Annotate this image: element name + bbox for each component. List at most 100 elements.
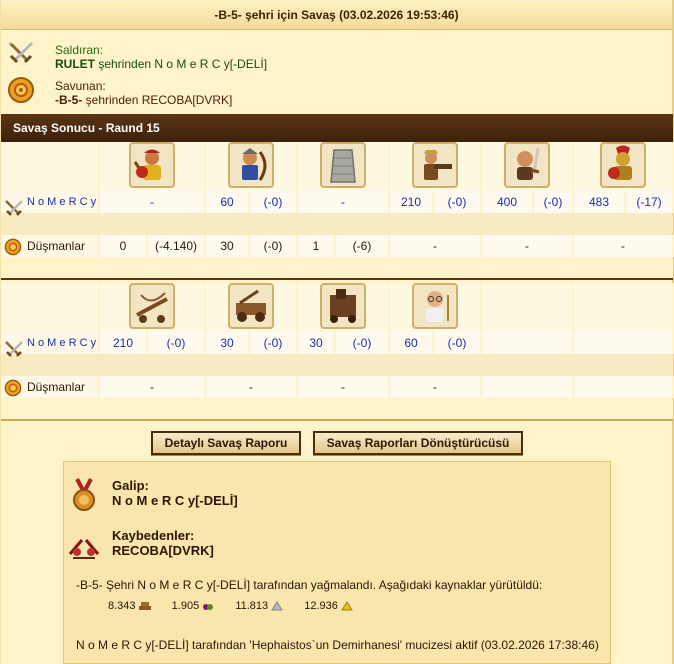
defender-role-label: Savunan: <box>55 79 106 93</box>
unit-icon-row <box>1 283 674 332</box>
wine-icon <box>203 604 214 611</box>
detailed-report-button[interactable]: Detaylı Savaş Raporu <box>150 431 302 455</box>
enemy-units-row: Düşmanlar - - - - <box>1 376 674 398</box>
shield-icon <box>8 77 34 103</box>
resource-item: 12.936 <box>304 600 353 612</box>
button-row: Detaylı Savaş Raporu Savaş Raporları Dön… <box>1 431 673 455</box>
atk-delta: (-0) <box>249 332 298 354</box>
attacker-player-link[interactable]: RULET <box>55 57 95 71</box>
shield-icon <box>4 238 22 256</box>
attacker-units-row: N o M e R C y - 60 (-0) - 210 (-0) 400 (… <box>1 191 674 216</box>
atk-value: 30 <box>205 332 250 354</box>
atk-delta: (-17) <box>625 191 674 213</box>
shield-icon <box>4 379 22 397</box>
attacker-role-label: Saldıran: <box>55 43 104 57</box>
atk-value: 60 <box>205 191 250 213</box>
ram-unit-icon[interactable] <box>129 142 175 188</box>
winner-block: Galip: N o M e R C y[-DELİ] <box>64 478 610 511</box>
unit-cell <box>297 283 390 332</box>
catapult-unit-icon[interactable] <box>228 283 274 329</box>
attacker-row-label[interactable]: N o M e R C y <box>1 191 100 216</box>
unit-cell <box>99 283 206 332</box>
plunder-text: -B-5- Şehri N o M e R C y[-DELİ] tarafın… <box>76 578 543 592</box>
empty-cell <box>1 283 100 332</box>
enemy-row-label: Düşmanlar <box>1 235 100 257</box>
attacker-row-label[interactable]: N o M e R C y <box>1 332 100 357</box>
def-value: - <box>389 376 482 398</box>
attacker-middle-text: şehrinden <box>95 57 155 71</box>
enemy-label-text: Düşmanlar <box>27 239 86 253</box>
def-value: 30 <box>205 235 250 257</box>
unit-cell <box>205 142 298 191</box>
resource-amount: 11.813 <box>235 600 269 612</box>
def-value: - <box>389 235 482 257</box>
ballista-unit-icon[interactable] <box>129 283 175 329</box>
enemy-row-label: Düşmanlar <box>1 376 100 398</box>
def-value: - <box>205 376 298 398</box>
battle-result-bar: Savaş Sonucu - Raund 15 <box>1 114 673 142</box>
attacker-label-text: N o M e R C y <box>27 195 97 208</box>
separator-cell <box>1 398 673 421</box>
loser-name[interactable]: RECOBA[DVRK] <box>112 543 610 558</box>
attacker-label-text: N o M e R C y <box>27 336 97 349</box>
unit-cell <box>297 142 390 191</box>
def-value: - <box>297 376 390 398</box>
def-delta: (-0) <box>249 235 298 257</box>
attacker-info: Saldıran: RULET şehrinden N o M e R C y[… <box>1 36 672 72</box>
atk-value: 60 <box>389 332 434 354</box>
swordsman-unit-icon[interactable] <box>504 142 550 188</box>
gap-cell <box>1 213 673 235</box>
atk-value: - <box>297 191 390 213</box>
crossed-swords-icon <box>5 341 23 357</box>
wall-unit-icon[interactable] <box>320 142 366 188</box>
defender-middle-text: şehrinden <box>82 93 142 107</box>
resource-amount: 8.343 <box>108 600 136 612</box>
unit-cell <box>389 142 482 191</box>
resource-item: 8.343 <box>108 600 151 612</box>
loser-block: Kaybedenler: RECOBA[DVRK] <box>64 528 610 559</box>
atk-value: 30 <box>297 332 336 354</box>
def-delta: (-6) <box>335 235 390 257</box>
unit-table-2: N o M e R C y 210 (-0) 30 (-0) 30 (-0) 6… <box>1 283 674 421</box>
enemy-label-text: Düşmanlar <box>27 380 86 394</box>
unit-cell <box>205 283 298 332</box>
medal-icon <box>73 478 95 511</box>
fallen-soldiers-icon <box>68 539 100 559</box>
attacker-line: RULET şehrinden N o M e R C y[-DELİ] <box>55 57 672 71</box>
resources-line: 8.343 1.905 11.813 12.936 <box>108 600 610 612</box>
loser-heading: Kaybedenler: <box>112 528 195 543</box>
atk-delta: (-0) <box>533 191 574 213</box>
marble-icon <box>271 601 284 611</box>
def-value: 0 <box>99 235 148 257</box>
empty-cell <box>481 283 574 332</box>
def-value: - <box>481 235 574 257</box>
atk-delta: (-0) <box>249 191 298 213</box>
battle-summary-panel: Galip: N o M e R C y[-DELİ] Kaybedenler:… <box>63 461 611 664</box>
atk-value: 210 <box>389 191 434 213</box>
atk-value: 483 <box>573 191 626 213</box>
defender-city-link[interactable]: -B-5- <box>55 93 82 107</box>
mortar-unit-icon[interactable] <box>320 283 366 329</box>
gap-cell <box>1 354 673 376</box>
defender-line: -B-5- şehrinden RECOBA[DVRK] <box>55 93 672 107</box>
atk-value: 400 <box>481 191 534 213</box>
doctor-unit-icon[interactable] <box>412 283 458 329</box>
gunner-unit-icon[interactable] <box>412 142 458 188</box>
enemy-units-row: Düşmanlar 0 (-4.140) 30 (-0) 1 (-6) - - … <box>1 235 674 257</box>
empty-cell <box>573 376 674 398</box>
empty-cell <box>481 332 574 354</box>
row-gap <box>1 354 673 376</box>
unit-icon-row <box>1 142 674 191</box>
wood-icon <box>138 602 151 611</box>
resource-item: 1.905 <box>172 600 215 612</box>
wonder-text: N o M e R C y[-DELİ] tarafından 'Hephais… <box>76 638 599 652</box>
winner-name[interactable]: N o M e R C y[-DELİ] <box>112 493 610 508</box>
report-converter-button[interactable]: Savaş Raporları Dönüştürücüsü <box>312 431 524 455</box>
separator-cell <box>1 257 673 280</box>
archer-unit-icon[interactable] <box>228 142 274 188</box>
atk-delta: (-0) <box>147 332 206 354</box>
resource-amount: 12.936 <box>304 600 338 612</box>
defender-player-link[interactable]: RECOBA[DVRK] <box>142 93 233 107</box>
spartan-unit-icon[interactable] <box>600 142 646 188</box>
attacker-city-link[interactable]: N o M e R C y[-DELİ] <box>154 57 267 71</box>
